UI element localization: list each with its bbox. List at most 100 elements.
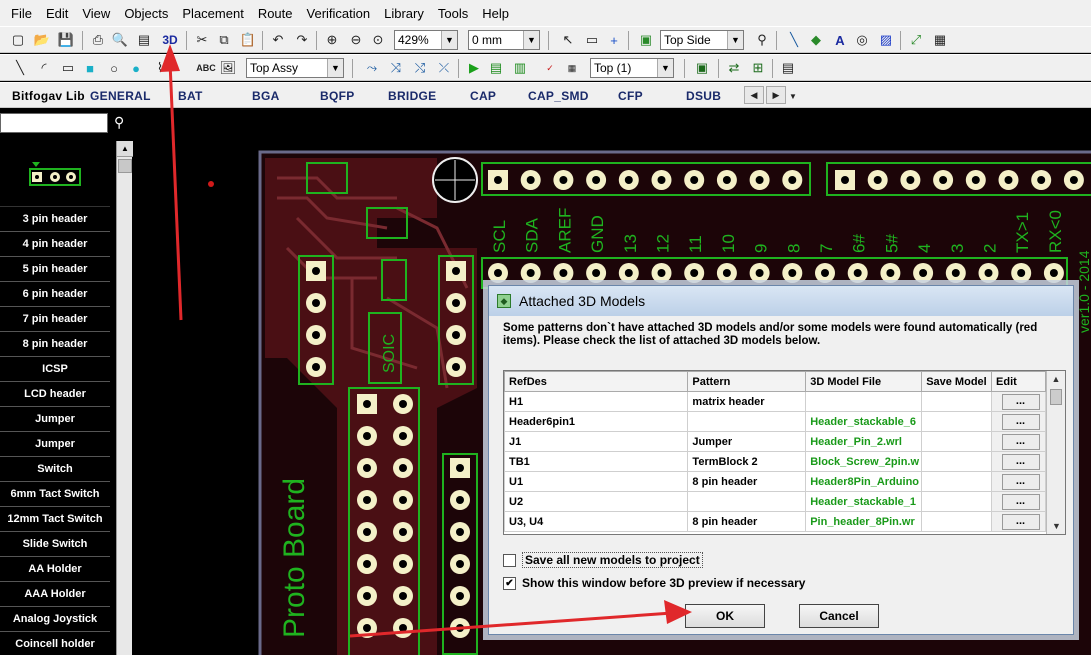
menu-route[interactable]: Route [251,6,300,21]
swap-icon[interactable]: ⇄ [724,58,744,78]
edit-cell[interactable]: ... [991,411,1046,432]
line-tool-icon[interactable]: ╲ [10,58,30,78]
zoom-fit-icon[interactable]: ⊙ [368,30,388,50]
save-all-models-checkbox[interactable]: Save all new models to project [503,552,703,568]
scroll-thumb[interactable] [118,159,132,173]
component-item[interactable]: AAA Holder [0,582,110,607]
menu-objects[interactable]: Objects [117,6,175,21]
column-header[interactable]: Pattern [687,371,807,392]
3d-view-button[interactable]: 3D [158,30,182,50]
component-item[interactable]: 7 pin header [0,307,110,332]
optimize-icon[interactable]: ▥ [510,58,530,78]
library-tab-cfp[interactable]: CFP [618,89,643,103]
component-item[interactable]: Coincell holder [0,632,110,655]
component-item[interactable]: Analog Joystick [0,607,110,632]
layer-select[interactable]: Top Assy ▼ [246,58,344,78]
erc-icon[interactable]: ▦ [562,58,582,78]
route-multi-icon[interactable]: ⤨ [386,58,406,78]
library-tab-bat[interactable]: BAT [178,89,203,103]
component-item[interactable]: AA Holder [0,557,110,582]
column-header[interactable]: 3D Model File [805,371,923,392]
zoom-in-icon[interactable]: ⊕ [322,30,342,50]
report-icon[interactable]: ▤ [134,30,154,50]
run-icon[interactable]: ▶ [464,58,484,78]
component-item[interactable]: Switch [0,457,110,482]
component-search-input[interactable] [0,113,108,133]
component-list-scrollbar[interactable]: ▲ [116,141,133,655]
ruler-icon[interactable]: ▭ [582,30,602,50]
polygon-icon[interactable]: ▨ [876,30,896,50]
scroll-down-icon[interactable]: ▼ [1047,518,1065,534]
library-tab-dsub[interactable]: DSUB [686,89,721,103]
scroll-thumb[interactable] [1050,389,1062,405]
component-item[interactable]: 6mm Tact Switch [0,482,110,507]
crosshair-icon[interactable]: + [604,30,624,50]
chevron-left-icon[interactable]: ◀ [744,86,764,104]
move-component-icon[interactable]: ⊞ [748,58,768,78]
component-item[interactable]: 4 pin header [0,232,110,257]
column-header[interactable]: RefDes [504,371,689,392]
open-folder-icon[interactable]: 📂 [32,30,52,50]
table-row[interactable]: Header6pin1 Header_stackable_6... [504,411,1046,432]
image-tool-icon[interactable]: 🖼 [218,58,238,78]
select-pointer-icon[interactable]: ↖ [558,30,578,50]
chevron-right-icon[interactable]: ▶ [766,86,786,104]
edit-button[interactable]: ... [1001,453,1040,470]
chevron-down-icon[interactable]: ▼ [788,86,798,106]
polyline-tool-icon[interactable]: ⌇ [150,58,170,78]
chip-icon[interactable]: ▣ [636,30,656,50]
component-item[interactable]: LCD header [0,382,110,407]
component-item[interactable]: 12mm Tact Switch [0,507,110,532]
edit-cell[interactable]: ... [991,491,1046,512]
menu-help[interactable]: Help [475,6,516,21]
scroll-up-icon[interactable]: ▲ [1047,371,1065,387]
menu-verification[interactable]: Verification [300,6,378,21]
delete-trace-icon[interactable]: ⤫ [434,58,454,78]
menu-placement[interactable]: Placement [175,6,250,21]
show-window-checkbox[interactable]: ✔ Show this window before 3D preview if … [503,576,805,590]
edit-button[interactable]: ... [1001,473,1040,490]
menu-library[interactable]: Library [377,6,431,21]
scroll-up-icon[interactable]: ▲ [117,141,133,157]
menu-tools[interactable]: Tools [431,6,475,21]
print-preview-icon[interactable]: 🔍 [110,30,130,50]
edit-button[interactable]: ... [1001,493,1040,510]
filled-ellipse-icon[interactable]: ● [126,58,146,78]
edit-cell[interactable]: ... [991,451,1046,472]
edit-button[interactable]: ... [1001,413,1040,430]
edit-cell[interactable]: ... [991,511,1046,532]
binoculars-icon[interactable]: ⚲ [114,114,124,131]
text-a-icon[interactable]: A [830,30,850,50]
binoculars-icon[interactable]: ⚲ [752,30,772,50]
copy-icon[interactable]: ⧉ [214,30,234,50]
edit-cell[interactable]: ... [991,471,1046,492]
cancel-button[interactable]: Cancel [799,604,879,628]
library-tab-bqfp[interactable]: BQFP [320,89,355,103]
component-item[interactable]: Jumper [0,407,110,432]
component-item[interactable]: 6 pin header [0,282,110,307]
arc-tool-icon[interactable]: ◜ [34,58,54,78]
library-tab-cap-smd[interactable]: CAP_SMD [528,89,589,103]
side-select[interactable]: Top Side ▼ [660,30,744,50]
edit-button[interactable]: ... [1001,433,1040,450]
table-row[interactable]: TB1 TermBlock 2 Block_Screw_2pin.w... [504,451,1046,472]
ellipse-tool-icon[interactable]: ○ [104,58,124,78]
grid-table-icon[interactable]: ▦ [930,30,950,50]
component-item[interactable]: 8 pin header [0,332,110,357]
new-file-icon[interactable]: ▢ [8,30,28,50]
library-tab-bridge[interactable]: BRIDGE [388,89,436,103]
menu-file[interactable]: File [4,6,39,21]
ok-button[interactable]: OK [685,604,765,628]
reroute-icon[interactable]: ⤭ [410,58,430,78]
library-tab-bga[interactable]: BGA [252,89,280,103]
top-layer-select[interactable]: Top (1) ▼ [590,58,674,78]
library-tab-bitfogav-lib[interactable]: Bitfogav Lib [12,89,85,103]
via-icon[interactable]: ◆ [806,30,826,50]
autoroute-icon[interactable]: ▤ [486,58,506,78]
print-icon[interactable]: ⎙ [88,30,108,50]
paste-icon[interactable]: 📋 [238,30,258,50]
save-icon[interactable]: 💾 [56,30,76,50]
models-grid-scrollbar[interactable]: ▲ ▼ [1046,371,1065,534]
table-row[interactable]: U2 Header_stackable_1... [504,491,1046,512]
edit-button[interactable]: ... [1001,513,1040,530]
